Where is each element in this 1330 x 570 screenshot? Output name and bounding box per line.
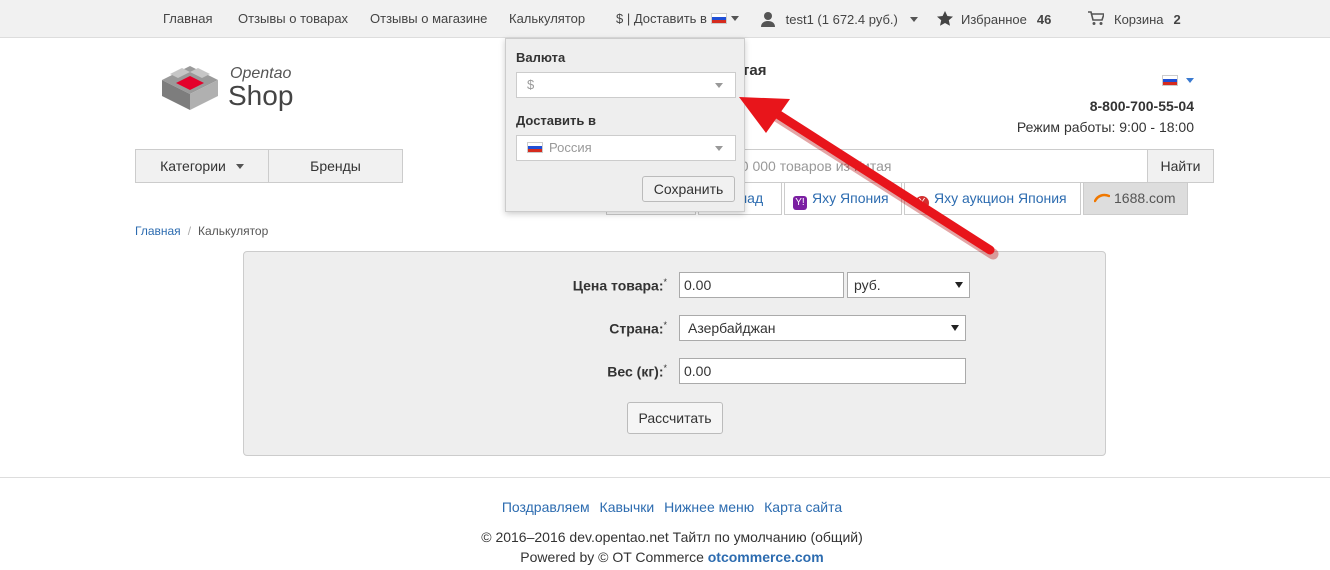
russia-flag-icon (1162, 75, 1178, 86)
topnav-home-link[interactable]: Главная (163, 11, 212, 26)
search-placeholder: 00 000 товаров из Китая (733, 158, 892, 174)
chevron-down-icon (909, 17, 918, 22)
header-title: тая (742, 62, 767, 79)
country-select[interactable]: Азербайджан (679, 315, 966, 341)
logo-box-icon (162, 66, 218, 110)
favorites-label: Избранное (961, 12, 1027, 27)
calculate-button[interactable]: Рассчитать (627, 402, 723, 434)
user-name-balance: test1 (1 672.4 руб.) (785, 12, 898, 27)
chevron-down-icon (715, 146, 723, 151)
price-label: Цена товара:* (572, 277, 667, 294)
categories-label: Категории (160, 158, 226, 174)
alibaba-icon (1093, 193, 1111, 203)
yahoo-auction-icon: Y (915, 196, 929, 210)
tab-1688[interactable]: 1688.com (1083, 183, 1188, 215)
footer-powered-by: Powered by © OT Commerce otcommerce.com (520, 549, 824, 565)
favorites-link[interactable]: Избранное 46 (937, 11, 1051, 27)
star-icon (937, 11, 953, 26)
deliver-to-select[interactable]: Россия (516, 135, 736, 161)
footer-link-congrats[interactable]: Поздравляем (502, 499, 590, 515)
phone-number: 8-800-700-55-04 (1089, 98, 1194, 114)
chevron-down-icon (715, 83, 723, 88)
save-button[interactable]: Сохранить (642, 176, 735, 202)
language-selector[interactable] (1017, 72, 1194, 88)
tab-yahoo-japan[interactable]: Y! Яху Япония (784, 183, 902, 215)
currency-value: $ (527, 77, 535, 92)
topnav-calculator-link[interactable]: Калькулятор (509, 11, 585, 26)
breadcrumb-current: Калькулятор (198, 224, 269, 238)
footer-links: Поздравляем Кавычки Нижнее меню Карта са… (0, 499, 1330, 515)
chevron-down-icon (730, 16, 739, 21)
price-currency-value: руб. (854, 277, 881, 293)
cart-link[interactable]: Корзина 2 (1088, 11, 1181, 27)
deliver-to-label: Доставить в (516, 113, 596, 128)
currency-label: Валюта (516, 50, 566, 65)
chevron-down-icon (1186, 78, 1194, 83)
tab-yahoo-auction-japan[interactable]: Y Яху аукцион Япония (904, 183, 1081, 215)
cart-count: 2 (1173, 12, 1181, 27)
contacts-block: 8-800-700-55-04 Режим работы: 9:00 - 18:… (1017, 72, 1194, 135)
otcommerce-link[interactable]: otcommerce.com (708, 549, 824, 565)
select-arrow-icon (951, 325, 959, 331)
top-navigation-bar: Главная Отзывы о товарах Отзывы о магази… (0, 0, 1330, 38)
currency-delivery-label: $ | Доставить в (616, 11, 707, 26)
tab-label: Яху аукцион Япония (934, 190, 1067, 206)
weight-input[interactable]: 0.00 (679, 358, 966, 384)
topnav-product-reviews-link[interactable]: Отзывы о товарах (238, 11, 348, 26)
categories-button[interactable]: Категории (135, 149, 269, 183)
brands-button[interactable]: Бренды (268, 149, 403, 183)
cart-icon (1088, 11, 1106, 25)
russia-flag-icon (710, 13, 727, 24)
topnav-shop-reviews-link[interactable]: Отзывы о магазине (370, 11, 487, 26)
chevron-down-icon (235, 164, 244, 169)
footer-link-quotes[interactable]: Кавычки (600, 499, 655, 515)
russia-flag-icon (527, 142, 543, 153)
cart-label: Корзина (1114, 12, 1164, 27)
footer-divider (0, 477, 1330, 478)
breadcrumb-home-link[interactable]: Главная (135, 224, 181, 238)
currency-delivery-dropdown[interactable]: $ | Доставить в (616, 11, 739, 26)
search-button[interactable]: Найти (1147, 149, 1214, 183)
breadcrumb: Главная / Калькулятор (135, 224, 268, 238)
weight-label: Вес (кг):* (607, 363, 667, 380)
footer-link-bottom-menu[interactable]: Нижнее меню (664, 499, 754, 515)
site-logo[interactable]: Opentao Shop (156, 62, 306, 114)
user-account-dropdown[interactable]: test1 (1 672.4 руб.) (760, 11, 918, 27)
tab-label: 1688.com (1114, 190, 1176, 206)
currency-delivery-popup: Валюта $ Доставить в Россия Сохранить (505, 38, 745, 212)
price-input[interactable]: 0.00 (679, 272, 844, 298)
deliver-to-value: Россия (549, 140, 592, 155)
country-value: Азербайджан (688, 320, 776, 336)
search-button-label: Найти (1160, 158, 1201, 174)
footer-link-sitemap[interactable]: Карта сайта (764, 499, 842, 515)
currency-select[interactable]: $ (516, 72, 736, 98)
select-arrow-icon (955, 282, 963, 288)
price-currency-select[interactable]: руб. (847, 272, 970, 298)
country-label: Страна:* (609, 320, 667, 337)
footer-copyright: © 2016–2016 dev.opentao.net Тайтл по умо… (481, 529, 863, 545)
yahoo-icon: Y! (793, 196, 807, 210)
favorites-count: 46 (1036, 12, 1052, 27)
working-hours: Режим работы: 9:00 - 18:00 (1016, 119, 1194, 135)
tab-label: Яху Япония (812, 190, 889, 206)
brands-label: Бренды (310, 158, 361, 174)
calculator-form: Цена товара:* 0.00 руб. Страна:* Азербай… (243, 251, 1106, 456)
logo-text-bottom: Shop (228, 80, 294, 111)
breadcrumb-separator: / (187, 224, 192, 238)
user-icon (761, 12, 775, 27)
